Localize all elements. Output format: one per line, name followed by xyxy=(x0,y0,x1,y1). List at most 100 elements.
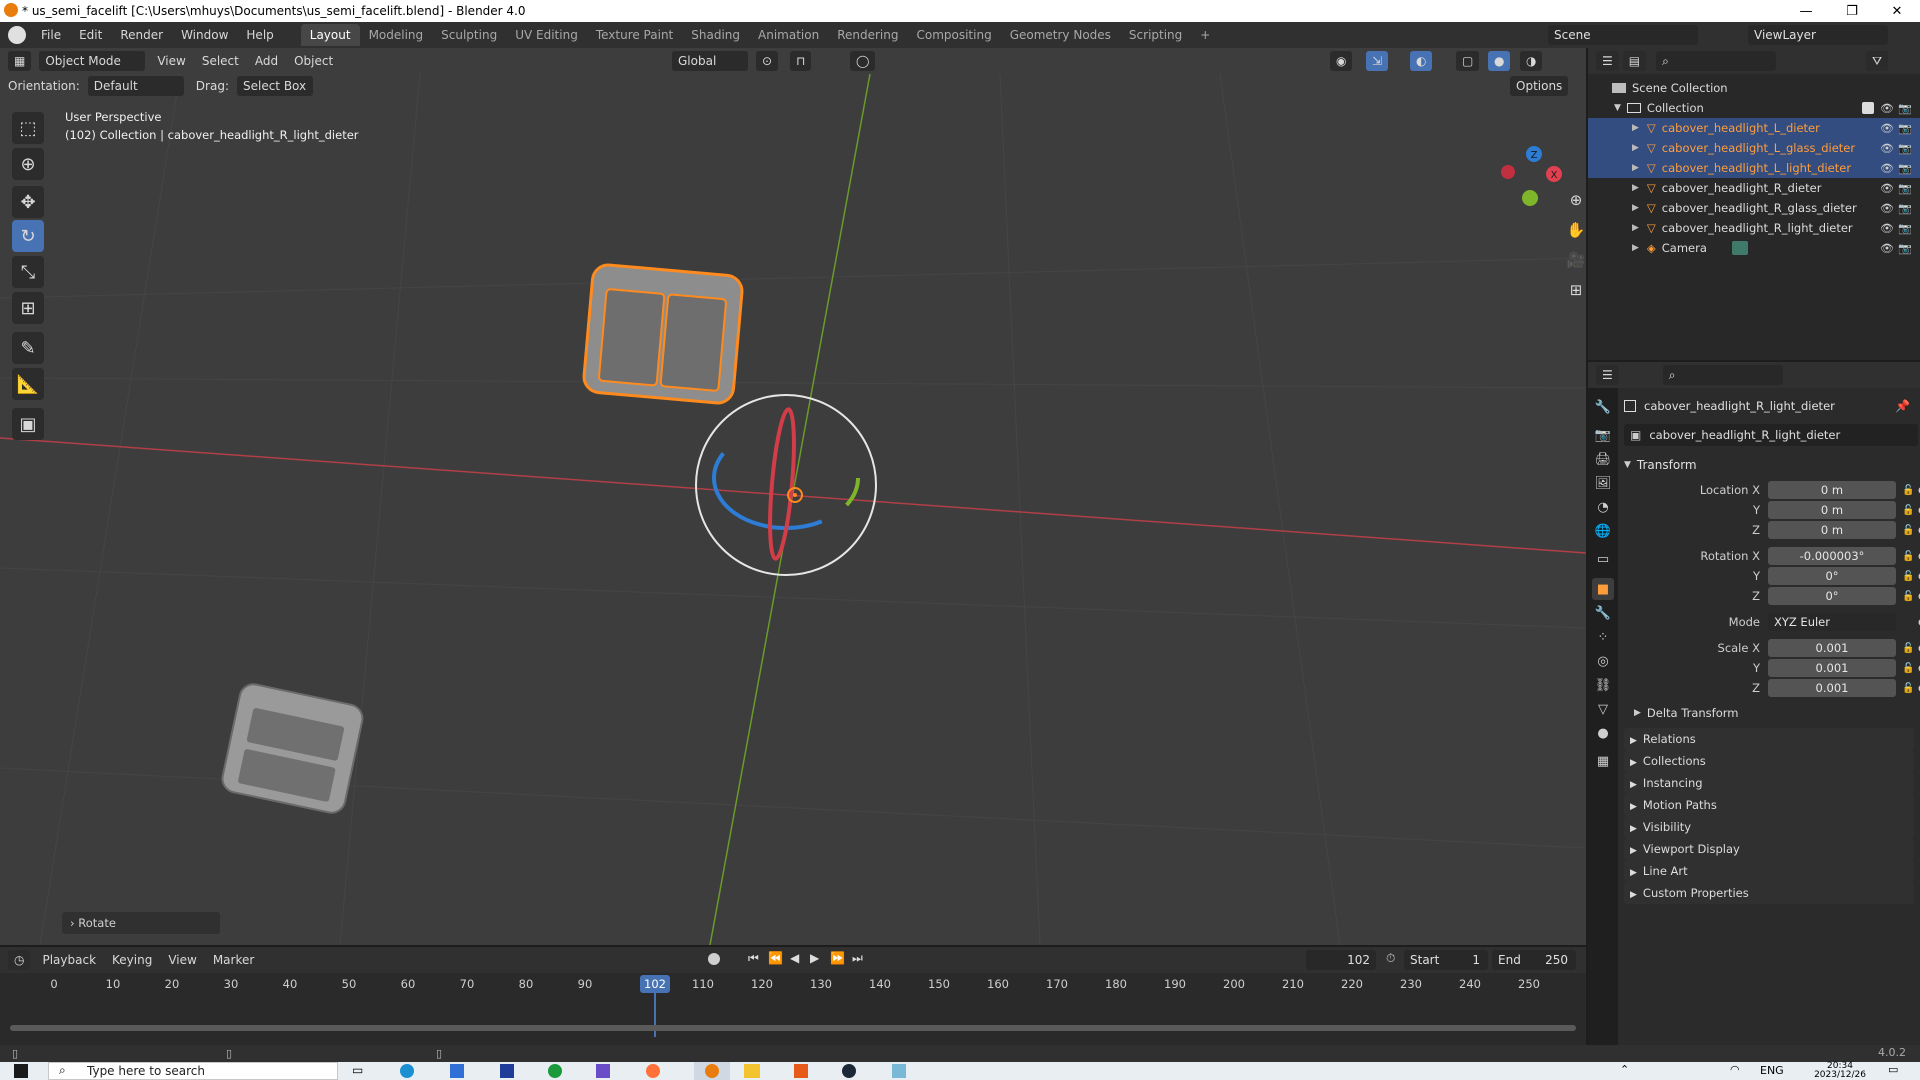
firefox-icon[interactable] xyxy=(646,1064,660,1078)
outliner-search-input[interactable]: ⌕ xyxy=(1656,51,1777,71)
eye-icon[interactable]: 👁 xyxy=(1880,142,1894,155)
clock[interactable]: 20:34 2023/12/26 xyxy=(1800,1062,1880,1080)
stopwatch-icon[interactable]: ⏱ xyxy=(1386,951,1395,966)
jump-keyframe-forward-icon[interactable]: ⏩ xyxy=(830,951,845,965)
shading-solid-button[interactable]: ● xyxy=(1488,51,1511,71)
tab-modeling[interactable]: Modeling xyxy=(360,24,433,46)
outliner-item[interactable]: ▶ ▽ cabover_headlight_R_glass_dieter 👁 📷 xyxy=(1588,198,1920,218)
eye-icon[interactable]: 👁 xyxy=(1880,162,1894,175)
constraints-tab-icon[interactable]: ⛓ xyxy=(1592,674,1614,696)
delta-transform-subpanel[interactable]: ▶ Delta Transform xyxy=(1634,702,1914,724)
move-tool[interactable]: ✥ xyxy=(12,186,44,218)
scale-tool[interactable]: ⤡ xyxy=(12,256,44,288)
render-camera-icon[interactable]: 📷 xyxy=(1898,102,1912,115)
chevron-right-icon[interactable]: ▶ xyxy=(1632,143,1639,153)
store-icon[interactable] xyxy=(450,1064,464,1078)
scene-tab-icon[interactable]: ◔ xyxy=(1592,496,1614,518)
eye-icon[interactable]: 👁 xyxy=(1880,222,1894,235)
pan-hand-icon[interactable]: ✋ xyxy=(1562,216,1586,244)
view-layer-selector[interactable]: ViewLayer xyxy=(1726,25,1916,45)
render-tab-icon[interactable]: 📷 xyxy=(1592,424,1614,446)
collections-panel[interactable]: ▶ Collections xyxy=(1624,750,1914,772)
jump-end-icon[interactable]: ⏭ xyxy=(852,951,863,966)
editor-type-button[interactable]: ▦ xyxy=(8,51,32,71)
pivot-button[interactable]: ⊙ xyxy=(756,51,779,71)
properties-search-input[interactable]: ⌕ xyxy=(1662,365,1783,385)
timeline-editor[interactable]: ◷ Playback Keying View Marker ⏮ ⏪ ◀ ▶ ⏩ … xyxy=(0,947,1586,1045)
menu-add[interactable]: Add xyxy=(247,54,286,68)
datablock-row[interactable]: ▣ cabover_headlight_R_light_dieter xyxy=(1624,424,1918,446)
display-mode-button[interactable]: ▤ xyxy=(1622,51,1647,71)
chevron-down-icon[interactable]: ▼ xyxy=(1614,103,1621,113)
outliner-item[interactable]: ▶ ▽ cabover_headlight_L_dieter 👁 📷 xyxy=(1588,118,1920,138)
camera-view-icon[interactable]: 🎥 xyxy=(1562,246,1586,274)
eye-icon[interactable]: 👁 xyxy=(1880,122,1894,135)
location-z-field[interactable]: 0 m xyxy=(1768,521,1896,539)
blender-menu-icon[interactable] xyxy=(8,26,26,44)
blender-taskbar-icon[interactable] xyxy=(694,1062,730,1080)
xbox-icon[interactable] xyxy=(548,1064,562,1078)
jump-start-icon[interactable]: ⏮ xyxy=(748,951,759,966)
current-frame-field[interactable]: 102 xyxy=(1306,950,1376,970)
collection-tab-icon[interactable]: ▭ xyxy=(1592,548,1614,570)
menu-edit[interactable]: Edit xyxy=(70,22,111,48)
notification-icon[interactable]: ▭ xyxy=(1888,1063,1898,1076)
timeline-ruler[interactable]: 0 10 20 30 40 50 60 70 80 90 110 120 130… xyxy=(0,973,1586,1045)
scale-z-field[interactable]: 0.001 xyxy=(1768,679,1896,697)
material-tab-icon[interactable]: ● xyxy=(1592,722,1614,744)
rotation-y-field[interactable]: 0° xyxy=(1768,567,1896,585)
unlock-icon[interactable]: 🔓 xyxy=(1902,485,1914,496)
outliner-editor-type-button[interactable]: ☰ xyxy=(1596,51,1619,71)
data-tab-icon[interactable]: ▽ xyxy=(1592,698,1614,720)
3d-viewport[interactable]: ▦ Object Mode View Select Add Object Glo… xyxy=(0,48,1586,945)
network-icon[interactable]: ◠ xyxy=(1730,1063,1740,1076)
visibility-panel[interactable]: ▶ Visibility xyxy=(1624,816,1914,838)
outliner[interactable]: ☰ ▤ ⌕ ⛛ Scene Collection ▼ Collection 👁 … xyxy=(1588,48,1920,360)
scene-name[interactable]: Scene xyxy=(1548,25,1698,45)
menu-object[interactable]: Object xyxy=(286,54,341,68)
filter-button[interactable]: ⛛ xyxy=(1866,51,1889,71)
datablock-name[interactable]: cabover_headlight_R_light_dieter xyxy=(1649,428,1840,442)
l-app-icon[interactable] xyxy=(500,1064,514,1078)
rotation-x-field[interactable]: -0.000003° xyxy=(1768,547,1896,565)
datablock-type-icon[interactable]: ▣ xyxy=(1630,428,1641,442)
menu-marker[interactable]: Marker xyxy=(205,953,262,967)
unlock-icon[interactable]: 🔓 xyxy=(1902,505,1914,516)
properties-editor-type-button[interactable]: ☰ xyxy=(1596,365,1619,385)
play-icon[interactable]: ▶ xyxy=(810,951,819,965)
app-icon[interactable] xyxy=(892,1064,906,1078)
ortho-grid-icon[interactable]: ⊞ xyxy=(1562,276,1586,304)
menu-render[interactable]: Render xyxy=(111,22,172,48)
overlay-toggle-button[interactable]: ◐ xyxy=(1410,51,1433,71)
properties-editor[interactable]: ☰ ⌕ 🔧 📷 🖨 🖼 ◔ 🌐 ▭ ■ 🔧 ⁘ ◎ ⛓ ▽ ● ▦ cabove… xyxy=(1588,362,1920,1045)
output-tab-icon[interactable]: 🖨 xyxy=(1592,448,1614,470)
task-view-icon[interactable]: ▭ xyxy=(352,1063,363,1077)
rotation-mode-dropdown[interactable]: XYZ Euler xyxy=(1768,613,1896,631)
outliner-item[interactable]: ▶ ▽ cabover_headlight_R_light_dieter 👁 📷 xyxy=(1588,218,1920,238)
collection-checkbox[interactable] xyxy=(1862,102,1874,114)
render-camera-icon[interactable]: 📷 xyxy=(1898,122,1912,135)
outliner-item[interactable]: ▶ ▽ cabover_headlight_L_light_dieter 👁 📷 xyxy=(1588,158,1920,178)
rotation-z-field[interactable]: 0° xyxy=(1768,587,1896,605)
scale-x-field[interactable]: 0.001 xyxy=(1768,639,1896,657)
snap-button[interactable]: ⊓ xyxy=(790,51,812,71)
close-button[interactable]: ✕ xyxy=(1874,0,1920,22)
add-cube-tool[interactable]: ▣ xyxy=(12,408,44,440)
tab-layout[interactable]: Layout xyxy=(300,24,360,46)
chevron-right-icon[interactable]: ▶ xyxy=(1632,203,1639,213)
menu-view[interactable]: View xyxy=(149,54,193,68)
chevron-right-icon[interactable]: ▶ xyxy=(1632,123,1639,133)
chevron-right-icon[interactable]: ▶ xyxy=(1632,243,1639,253)
eye-icon[interactable]: 👁 xyxy=(1880,202,1894,215)
unlock-icon[interactable]: 🔓 xyxy=(1902,571,1914,582)
unlock-icon[interactable]: 🔓 xyxy=(1902,591,1914,602)
chevron-right-icon[interactable]: ▶ xyxy=(1632,223,1639,233)
outliner-item[interactable]: ▶ ▽ cabover_headlight_L_glass_dieter 👁 📷 xyxy=(1588,138,1920,158)
eye-icon[interactable]: 👁 xyxy=(1880,242,1894,255)
cursor-tool[interactable]: ⊕ xyxy=(12,148,44,180)
mode-dropdown[interactable]: Object Mode xyxy=(39,51,146,71)
scene-collection-row[interactable]: Scene Collection xyxy=(1588,78,1920,98)
camera-data-icon[interactable] xyxy=(1732,241,1748,255)
tab-sculpting[interactable]: Sculpting xyxy=(432,24,506,46)
eye-icon[interactable]: 👁 xyxy=(1880,182,1894,195)
